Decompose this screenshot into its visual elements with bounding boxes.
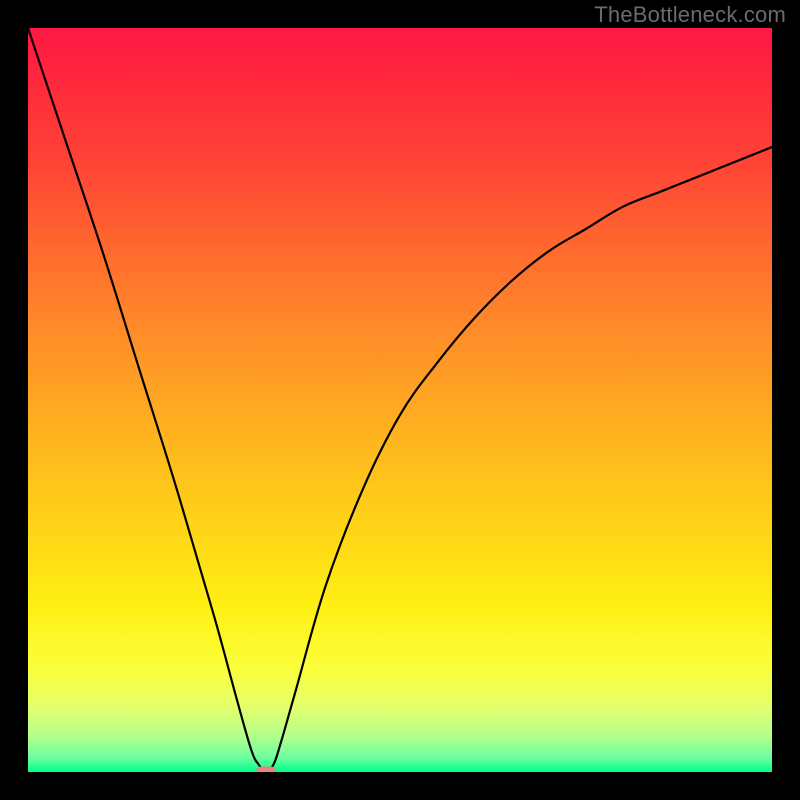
bottleneck-marker [256,767,276,773]
chart-plot-area [28,28,772,772]
chart-curve-svg [28,28,772,772]
curve-right-branch [266,147,772,772]
watermark-text: TheBottleneck.com [594,2,786,28]
curve-left-branch [28,28,266,772]
